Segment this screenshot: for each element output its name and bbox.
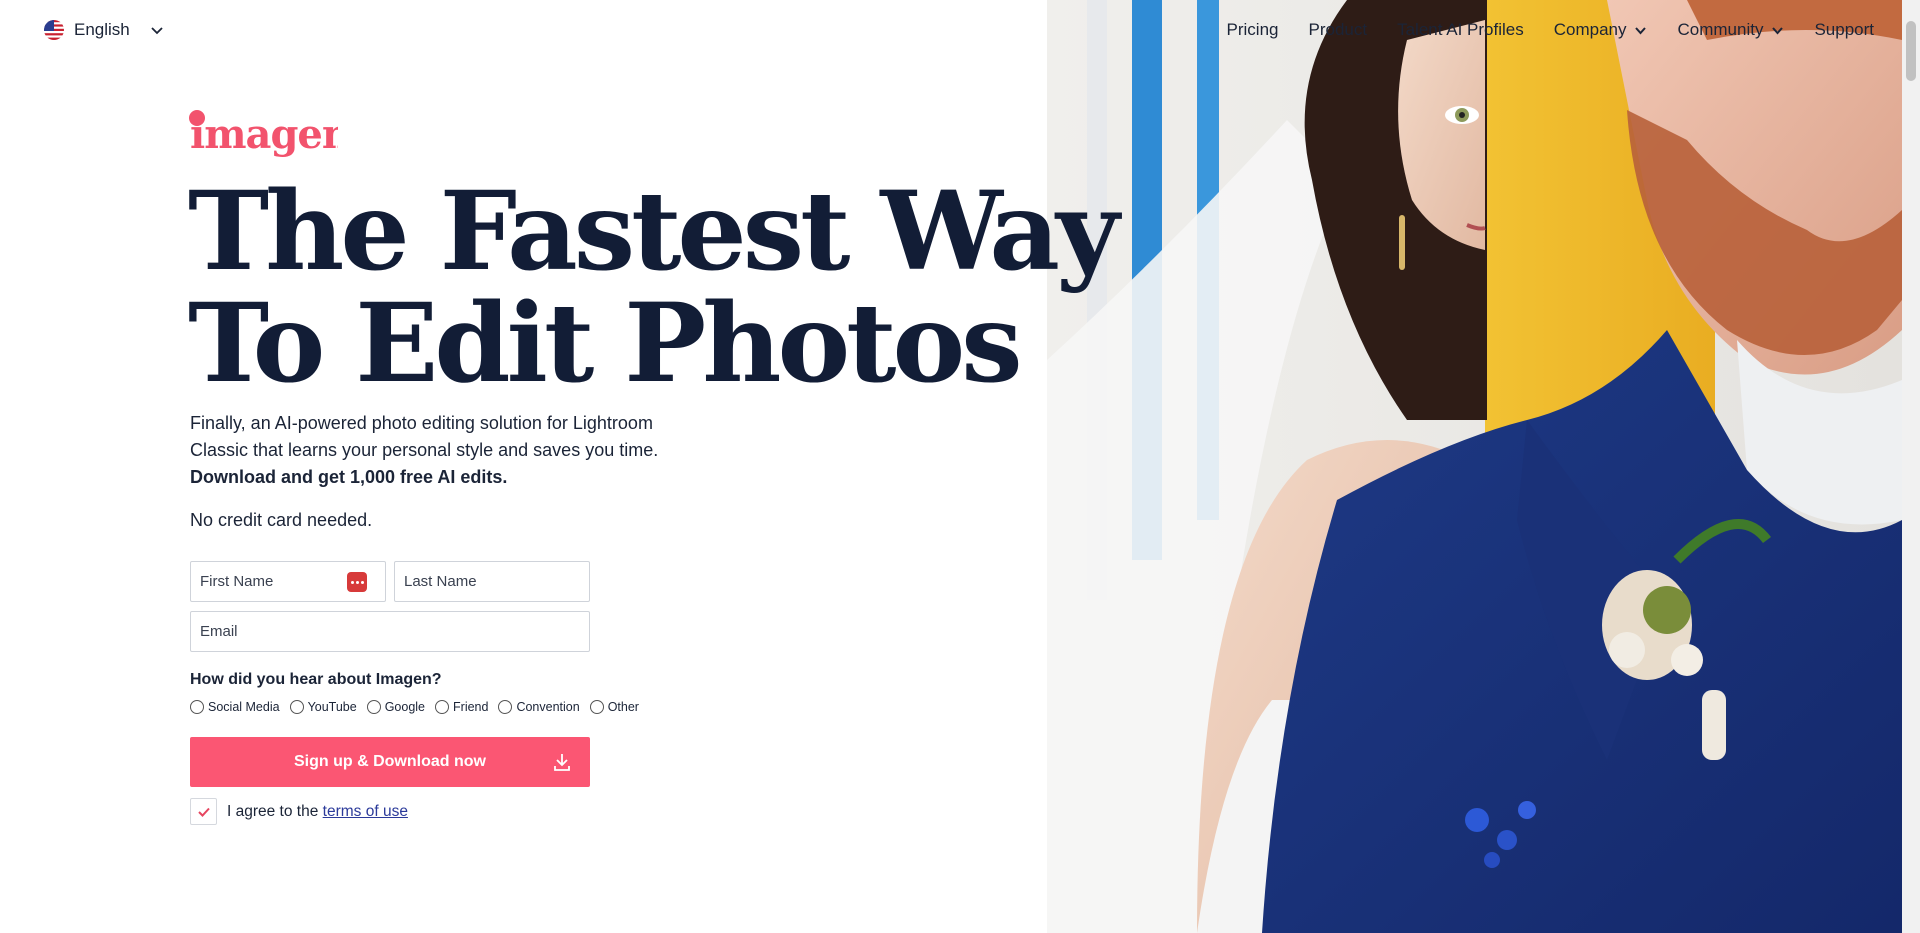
last-name-field[interactable]: Last Name: [394, 561, 590, 602]
subtitle-line-1: Finally, an AI-powered photo editing sol…: [190, 413, 653, 433]
headline-line-1: The Fastest Way: [188, 167, 1119, 295]
radio-youtube[interactable]: YouTube: [289, 700, 357, 714]
radio-circle[interactable]: [498, 700, 513, 714]
headline-line-2: To Edit Photos: [188, 279, 1023, 407]
radio-label: YouTube: [307, 700, 357, 714]
radio-circle[interactable]: [589, 700, 604, 714]
chevron-down-icon: [1635, 26, 1647, 34]
page-scrollbar[interactable]: [1902, 0, 1920, 933]
chevron-down-icon: [1772, 26, 1784, 34]
signup-button-label: Sign up & Download now: [294, 753, 486, 770]
password-manager-icon[interactable]: [347, 572, 367, 592]
hero-subtitle: Finally, an AI-powered photo editing sol…: [190, 410, 710, 491]
email-field[interactable]: Email: [190, 611, 590, 652]
subtitle-line-2: Classic that learns your personal style …: [190, 440, 659, 460]
radio-label: Other: [607, 700, 639, 714]
nav-label: Company: [1553, 20, 1627, 39]
radio-google[interactable]: Google: [366, 700, 426, 714]
radio-label: Friend: [453, 700, 489, 714]
radio-circle[interactable]: [435, 700, 450, 714]
radio-circle[interactable]: [289, 700, 304, 714]
referral-options: Social Media YouTube Google Friend Conve…: [190, 700, 639, 714]
nav-company[interactable]: Company: [1554, 20, 1648, 40]
imagen-logo[interactable]: imagen: [188, 104, 338, 162]
radio-label: Google: [384, 700, 426, 714]
nav-pricing[interactable]: Pricing: [1227, 20, 1279, 40]
signup-download-button[interactable]: Sign up & Download now: [190, 737, 590, 787]
referral-question: How did you hear about Imagen?: [190, 671, 442, 688]
radio-social-media[interactable]: Social Media: [190, 700, 280, 714]
last-name-placeholder: Last Name: [404, 573, 477, 590]
terms-of-use-link[interactable]: terms of use: [323, 803, 408, 820]
radio-friend[interactable]: Friend: [435, 700, 488, 714]
nav-label: Talent AI Profiles: [1397, 20, 1524, 39]
radio-convention[interactable]: Convention: [498, 700, 580, 714]
no-card-note: No credit card needed.: [190, 510, 373, 530]
first-name-field[interactable]: First Name: [190, 561, 386, 602]
subtitle-offer: Download and get 1,000 free AI edits.: [190, 467, 508, 487]
chevron-down-icon: [151, 27, 163, 35]
logo-text: imagen: [190, 111, 338, 158]
us-flag-icon: [44, 20, 64, 40]
radio-other[interactable]: Other: [589, 700, 639, 714]
nav-support[interactable]: Support: [1814, 20, 1874, 40]
radio-label: Social Media: [208, 700, 280, 714]
top-nav: Pricing Product Talent AI Profiles Compa…: [1227, 20, 1874, 40]
nav-label: Pricing: [1226, 20, 1279, 39]
nav-product[interactable]: Product: [1309, 20, 1368, 40]
language-switcher[interactable]: English: [44, 20, 164, 40]
nav-community[interactable]: Community: [1677, 20, 1784, 40]
radio-circle[interactable]: [366, 700, 381, 714]
scrollbar-thumb[interactable]: [1906, 21, 1916, 81]
first-name-placeholder: First Name: [200, 573, 274, 590]
language-label: English: [74, 20, 130, 39]
download-icon: [554, 754, 570, 771]
nav-label: Support: [1814, 20, 1874, 39]
hero-photo: [1047, 0, 1902, 933]
terms-agreement: I agree to the terms of use: [190, 798, 408, 825]
terms-prefix: I agree to the: [227, 802, 323, 820]
radio-label: Convention: [516, 700, 580, 714]
radio-circle[interactable]: [190, 700, 204, 714]
nav-talent-ai-profiles[interactable]: Talent AI Profiles: [1397, 20, 1524, 40]
nav-label: Product: [1308, 20, 1368, 39]
terms-checkbox[interactable]: [190, 798, 217, 825]
email-placeholder: Email: [200, 623, 238, 640]
checkmark-icon: [197, 807, 210, 817]
nav-label: Community: [1677, 20, 1764, 39]
page-title: The Fastest Way To Edit Photos: [188, 167, 1119, 407]
